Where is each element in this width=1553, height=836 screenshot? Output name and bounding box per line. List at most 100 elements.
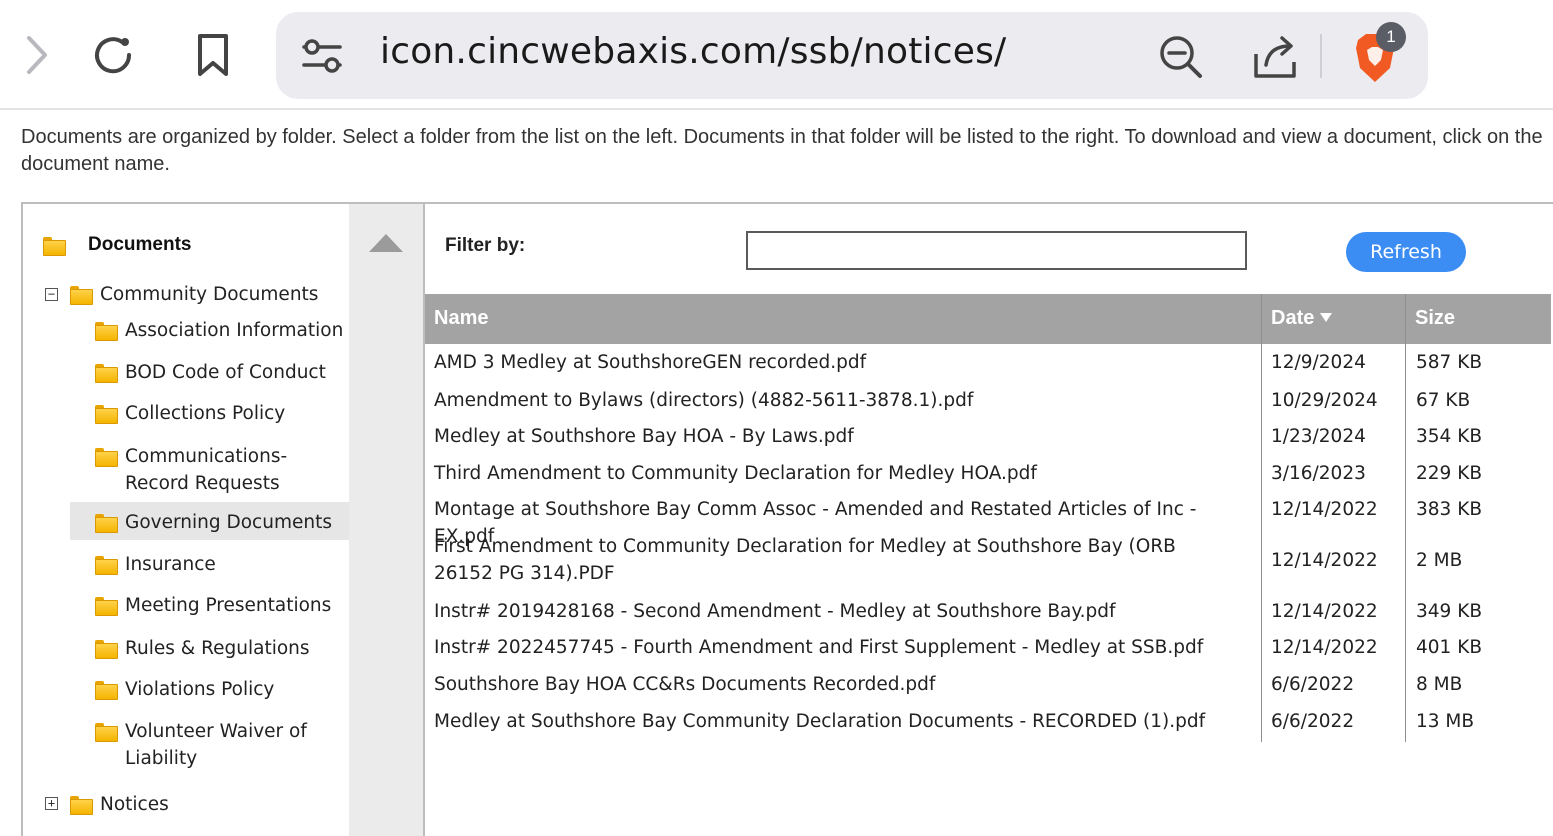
folder-icon [95,322,118,341]
document-size: 67 KB [1416,390,1471,411]
forward-button[interactable] [0,20,70,90]
documents-panel: Documents − Community Documents Associat… [21,202,1553,836]
sort-descending-icon [1320,313,1333,322]
folder-tree: Documents − Community Documents Associat… [23,204,349,836]
document-link[interactable]: First Amendment to Community Declaration… [434,533,1234,587]
tree-item-label: Volunteer Waiver of Liability [125,721,307,769]
document-link[interactable]: Instr# 2019428168 - Second Amendment - M… [434,598,1234,625]
document-link[interactable]: Medley at Southshore Bay HOA - By Laws.p… [434,423,1234,450]
tree-item-community-documents[interactable]: Community Documents [70,281,318,308]
document-size: 401 KB [1416,637,1483,658]
expand-toggle[interactable]: + [45,797,58,810]
url-text[interactable]: icon.cincwebaxis.com/ssb/notices/ [380,31,1006,72]
document-size: 587 KB [1416,352,1483,373]
document-date: 12/9/2024 [1271,352,1366,373]
document-date: 1/23/2024 [1271,426,1366,447]
table-row: Instr# 2022457745 - Fourth Amendment and… [424,634,1551,671]
document-size: 229 KB [1416,463,1483,484]
folder-icon [43,236,66,256]
column-divider [1261,294,1262,742]
table-row: Montage at Southshore Bay Comm Assoc - A… [424,496,1551,547]
folder-icon [95,514,118,533]
table-row: Amendment to Bylaws (directors) (4882-56… [424,387,1551,423]
document-date: 12/14/2022 [1271,637,1378,658]
tree-item-insurance[interactable]: Insurance [95,551,349,578]
document-link[interactable]: Amendment to Bylaws (directors) (4882-56… [434,387,1234,414]
tree-item-label: Meeting Presentations [125,595,332,616]
tree-item-label: BOD Code of Conduct [125,362,326,383]
document-size: 2 MB [1416,550,1463,571]
zoom-out-button[interactable] [1156,32,1206,82]
bookmark-icon [198,34,228,76]
folder-icon [95,597,118,616]
tree-item-label: Notices [100,794,169,815]
tree-item-label: Insurance [125,554,216,575]
site-settings-button[interactable] [300,34,344,78]
column-header-name[interactable]: Name [434,307,488,330]
tree-item-bod-code-of-conduct[interactable]: BOD Code of Conduct [95,359,349,386]
table-row: AMD 3 Medley at SouthshoreGEN recorded.p… [424,349,1551,387]
document-date: 12/14/2022 [1271,550,1378,571]
scroll-up-arrow-icon[interactable] [369,234,403,252]
filter-label: Filter by: [445,235,526,256]
document-size: 354 KB [1416,426,1483,447]
document-size: 8 MB [1416,674,1463,695]
refresh-button[interactable]: Refresh [1346,232,1466,272]
table-row: Instr# 2019428168 - Second Amendment - M… [424,598,1551,634]
tree-item-label: Collections Policy [125,403,286,424]
column-divider [1405,294,1406,742]
address-bar[interactable]: icon.cincwebaxis.com/ssb/notices/ 1 [276,12,1428,99]
tree-item-violations-policy[interactable]: Violations Policy [95,676,349,703]
table-row: Medley at Southshore Bay HOA - By Laws.p… [424,423,1551,460]
document-date: 10/29/2024 [1271,390,1378,411]
document-date: 12/14/2022 [1271,499,1378,520]
tree-item-meeting-presentations[interactable]: Meeting Presentations [95,592,349,619]
shield-count-badge: 1 [1376,22,1406,52]
share-button[interactable] [1250,32,1300,82]
tree-item-communications-record-requests[interactable]: Communications-Record Requests [95,443,349,497]
document-size: 383 KB [1416,499,1483,520]
table-row: First Amendment to Community Declaration… [424,533,1551,598]
zoom-out-icon [1160,36,1202,78]
folder-icon [95,640,118,659]
document-link[interactable]: Third Amendment to Community Declaration… [434,460,1234,487]
documents-grid: Name Date Size AMD 3 Medley at Southshor… [424,294,1551,742]
bookmark-button[interactable] [178,20,248,90]
tree-scrollbar[interactable] [349,204,423,836]
tree-root-documents[interactable]: Documents [43,234,191,256]
tree-item-label: Community Documents [100,284,319,305]
tree-item-label: Violations Policy [125,679,275,700]
document-date: 12/14/2022 [1271,601,1378,622]
column-header-date[interactable]: Date [1271,307,1333,330]
share-icon [1254,36,1296,78]
filter-input[interactable] [746,231,1247,270]
tree-item-association-information[interactable]: Association Information [95,317,349,344]
document-link[interactable]: Medley at Southshore Bay Community Decla… [434,708,1234,735]
grid-left-border [424,294,425,742]
collapse-toggle[interactable]: − [45,288,58,301]
tree-item-label: Communications-Record Requests [125,446,288,494]
toolbar-divider [1320,34,1322,78]
tree-item-label: Governing Documents [125,512,332,533]
document-date: 6/6/2022 [1271,674,1355,695]
column-header-size[interactable]: Size [1415,307,1455,330]
forward-icon [27,36,47,74]
folder-icon [95,364,118,383]
document-link[interactable]: Instr# 2022457745 - Fourth Amendment and… [434,634,1234,661]
brave-shield-button[interactable]: 1 [1350,22,1406,86]
folder-icon [95,448,118,467]
document-link[interactable]: AMD 3 Medley at SouthshoreGEN recorded.p… [434,349,1234,376]
folder-icon [95,681,118,700]
reload-icon [95,37,132,74]
tree-item-collections-policy[interactable]: Collections Policy [95,400,349,427]
tree-item-notices[interactable]: Notices [70,791,169,818]
browser-toolbar: icon.cincwebaxis.com/ssb/notices/ 1 [0,0,1553,110]
document-link[interactable]: Southshore Bay HOA CC&Rs Documents Recor… [434,671,1234,698]
tree-item-volunteer-waiver[interactable]: Volunteer Waiver of Liability [95,718,349,772]
tree-item-label: Association Information [125,320,344,341]
site-settings-icon [302,39,342,73]
reload-button[interactable] [79,20,149,90]
tree-item-governing-documents[interactable]: Governing Documents [70,502,349,540]
tree-item-rules-regulations[interactable]: Rules & Regulations [95,635,349,662]
table-row: Third Amendment to Community Declaration… [424,460,1551,496]
